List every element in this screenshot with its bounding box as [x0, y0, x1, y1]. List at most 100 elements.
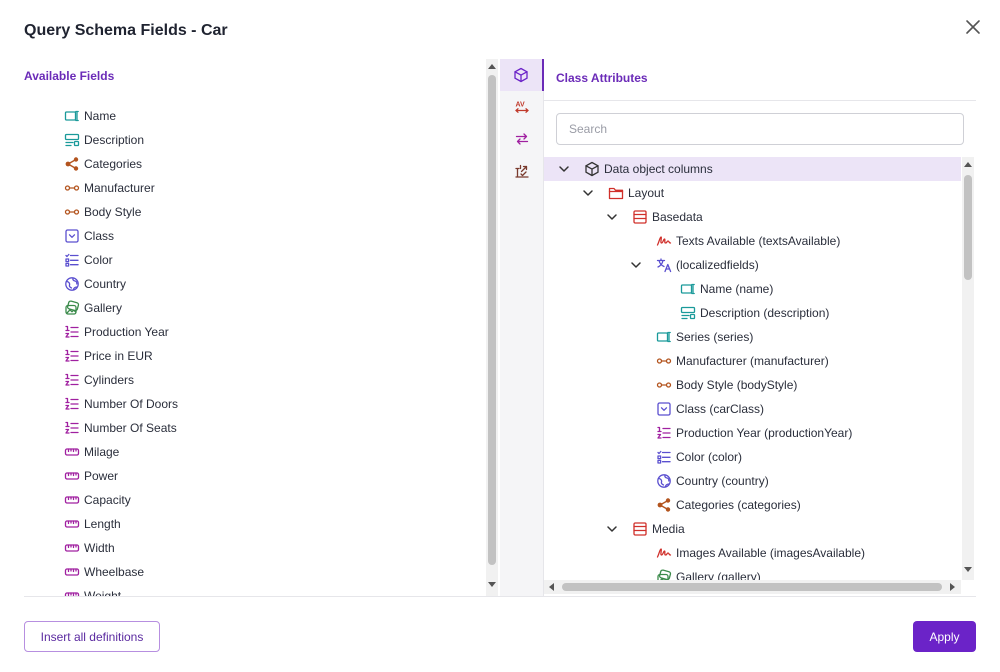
tree-node[interactable]: Categories (categories) — [544, 493, 961, 517]
tree-horizontal-scrollbar[interactable] — [544, 580, 961, 594]
operators-tab[interactable] — [500, 155, 544, 187]
tree-node[interactable]: Series (series) — [544, 325, 961, 349]
quantity-icon — [64, 468, 80, 484]
transform-icon — [514, 163, 530, 179]
numeric-icon — [64, 420, 80, 436]
available-field-item[interactable]: Wheelbase — [64, 560, 144, 584]
available-field-item[interactable]: Capacity — [64, 488, 131, 512]
available-field-item[interactable]: Number Of Doors — [64, 392, 178, 416]
tree-node[interactable]: Country (country) — [544, 469, 961, 493]
insert-all-definitions-button[interactable]: Insert all definitions — [24, 621, 160, 652]
panel-icon — [632, 521, 648, 537]
class-attributes-title: Class Attributes — [556, 71, 648, 85]
tree-node[interactable]: Color (color) — [544, 445, 961, 469]
scroll-left-arrow[interactable] — [549, 583, 554, 591]
tree-node[interactable]: Manufacturer (manufacturer) — [544, 349, 961, 373]
available-field-item[interactable]: Cylinders — [64, 368, 134, 392]
cube-icon — [513, 67, 529, 83]
svg-text:AV: AV — [516, 102, 526, 109]
scroll-thumb[interactable] — [562, 583, 942, 591]
available-field-item[interactable]: Milage — [64, 440, 119, 464]
chevron-down-icon[interactable] — [628, 257, 644, 273]
tree-node[interactable]: Basedata — [544, 205, 961, 229]
apply-button[interactable]: Apply — [913, 621, 976, 652]
tree-node[interactable]: Data object columns — [544, 157, 961, 181]
translate-icon — [656, 257, 672, 273]
textarea-icon — [680, 305, 696, 321]
available-field-item[interactable]: Country — [64, 272, 126, 296]
chevron-down-icon[interactable] — [604, 521, 620, 537]
available-field-item[interactable]: Description — [64, 128, 144, 152]
tree-node[interactable]: Class (carClass) — [544, 397, 961, 421]
tree-node[interactable]: (localizedfields) — [544, 253, 961, 277]
scroll-down-arrow[interactable] — [488, 582, 496, 587]
tree-node[interactable]: Media — [544, 517, 961, 541]
available-field-item[interactable]: Number Of Seats — [64, 416, 177, 440]
available-field-label: Body Style — [84, 205, 142, 219]
search-input[interactable] — [556, 113, 964, 145]
chevron-down-icon[interactable] — [604, 209, 620, 225]
available-field-item[interactable]: Length — [64, 512, 121, 536]
chevron-down-icon[interactable] — [580, 185, 596, 201]
country-icon — [64, 276, 80, 292]
available-field-item[interactable]: Categories — [64, 152, 142, 176]
select-icon — [656, 401, 672, 417]
available-field-item[interactable]: Power — [64, 464, 118, 488]
scroll-right-arrow[interactable] — [950, 583, 955, 591]
tree-node[interactable]: Images Available (imagesAvailable) — [544, 541, 961, 565]
chevron-down-icon[interactable] — [556, 161, 572, 177]
available-field-item[interactable]: Body Style — [64, 200, 141, 224]
tree-node[interactable]: Production Year (productionYear) — [544, 421, 961, 445]
tree-node[interactable]: Name (name) — [544, 277, 961, 301]
relations-tab[interactable] — [500, 123, 544, 155]
scroll-thumb[interactable] — [488, 75, 496, 565]
available-field-label: Color — [84, 253, 113, 267]
close-icon[interactable] — [963, 17, 983, 37]
available-field-item[interactable]: Production Year — [64, 320, 169, 344]
available-fields-scrollbar[interactable] — [486, 59, 498, 596]
input-icon — [680, 281, 696, 297]
scroll-thumb[interactable] — [964, 175, 972, 280]
link-icon — [656, 377, 672, 393]
available-field-item[interactable]: Gallery — [64, 296, 122, 320]
tree-node[interactable]: Texts Available (textsAvailable) — [544, 229, 961, 253]
available-field-label: Length — [84, 517, 121, 531]
tree-node-label: Media — [652, 522, 685, 536]
tree-vertical-scrollbar[interactable] — [962, 157, 974, 580]
scroll-down-arrow[interactable] — [964, 567, 972, 572]
multiselect-icon — [64, 252, 80, 268]
available-field-label: Class — [84, 229, 115, 243]
available-field-label: Manufacturer — [84, 181, 155, 195]
tree-node-label: Manufacturer (manufacturer) — [676, 354, 829, 368]
class-attributes-tab[interactable] — [500, 59, 544, 91]
tree-node-label: Production Year (productionYear) — [676, 426, 853, 440]
tree-node-label: Name (name) — [700, 282, 774, 296]
class-attributes-tree: Data object columns Layout Basedata Texts A… — [544, 157, 961, 580]
available-field-item[interactable]: Name — [64, 104, 116, 128]
available-field-item[interactable]: Weight — [64, 584, 121, 596]
tree-node[interactable]: Description (description) — [544, 301, 961, 325]
tree-node-label: Texts Available (textsAvailable) — [676, 234, 841, 248]
numeric-icon — [64, 348, 80, 364]
tree-node-label: Class (carClass) — [676, 402, 765, 416]
numeric-icon — [656, 425, 672, 441]
numeric-icon — [64, 396, 80, 412]
available-field-label: Power — [84, 469, 119, 483]
tree-node[interactable]: Body Style (bodyStyle) — [544, 373, 961, 397]
available-field-item[interactable]: Color — [64, 248, 113, 272]
available-field-item[interactable]: Manufacturer — [64, 176, 155, 200]
scroll-up-arrow[interactable] — [488, 64, 496, 69]
available-field-item[interactable]: Class — [64, 224, 114, 248]
available-field-item[interactable]: Price in EUR — [64, 344, 153, 368]
tree-node[interactable]: Gallery (gallery) — [544, 565, 961, 580]
available-field-label: Wheelbase — [84, 565, 145, 579]
available-field-item[interactable]: Width — [64, 536, 115, 560]
system-columns-tab[interactable]: AV — [500, 91, 544, 123]
available-fields-title: Available Fields — [24, 69, 115, 83]
dialog-title: Query Schema Fields - Car — [24, 22, 228, 39]
scroll-up-arrow[interactable] — [964, 162, 972, 167]
available-field-label: Milage — [84, 445, 120, 459]
tree-node-label: Body Style (bodyStyle) — [676, 378, 798, 392]
signature-icon — [656, 545, 672, 561]
tree-node[interactable]: Layout — [544, 181, 961, 205]
